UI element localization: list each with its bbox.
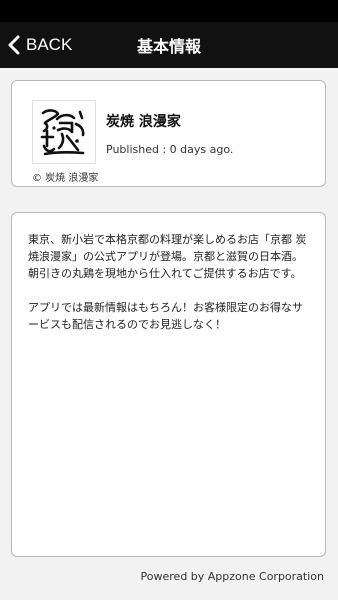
- description-text: 東京、新小岩で本格京都の料理が楽しめるお店「京都 炭焼浪漫家」の公式アプリが登場…: [28, 231, 310, 350]
- powered-by-footer: Powered by Appzone Corporation: [140, 570, 324, 583]
- shop-name: 炭焼 浪漫家: [106, 114, 181, 130]
- back-label: BACK: [26, 35, 73, 54]
- published-date: Published : 0 days ago.: [106, 143, 234, 156]
- status-bar: [0, 0, 338, 22]
- shop-logo: [32, 100, 96, 164]
- description-paragraph-2: アプリでは最新情報はもちろん！お客様限定のお得なサービスも配信されるのでお見逃し…: [28, 301, 303, 331]
- back-button[interactable]: BACK: [8, 22, 72, 68]
- description-card: 東京、新小岩で本格京都の料理が楽しめるお店「京都 炭焼浪漫家」の公式アプリが登場…: [11, 212, 326, 557]
- roman-calligraphy-logo-icon: [40, 109, 85, 156]
- navigation-bar: BACK 基本情報: [0, 22, 338, 68]
- copyright-text: © 炭焼 浪漫家: [32, 173, 99, 184]
- description-paragraph-1: 東京、新小岩で本格京都の料理が楽しめるお店「京都 炭焼浪漫家」の公式アプリが登場…: [28, 233, 307, 280]
- chevron-left-icon: [8, 35, 20, 55]
- shop-profile-card: 炭焼 浪漫家 Published : 0 days ago. © 炭焼 浪漫家: [11, 80, 326, 187]
